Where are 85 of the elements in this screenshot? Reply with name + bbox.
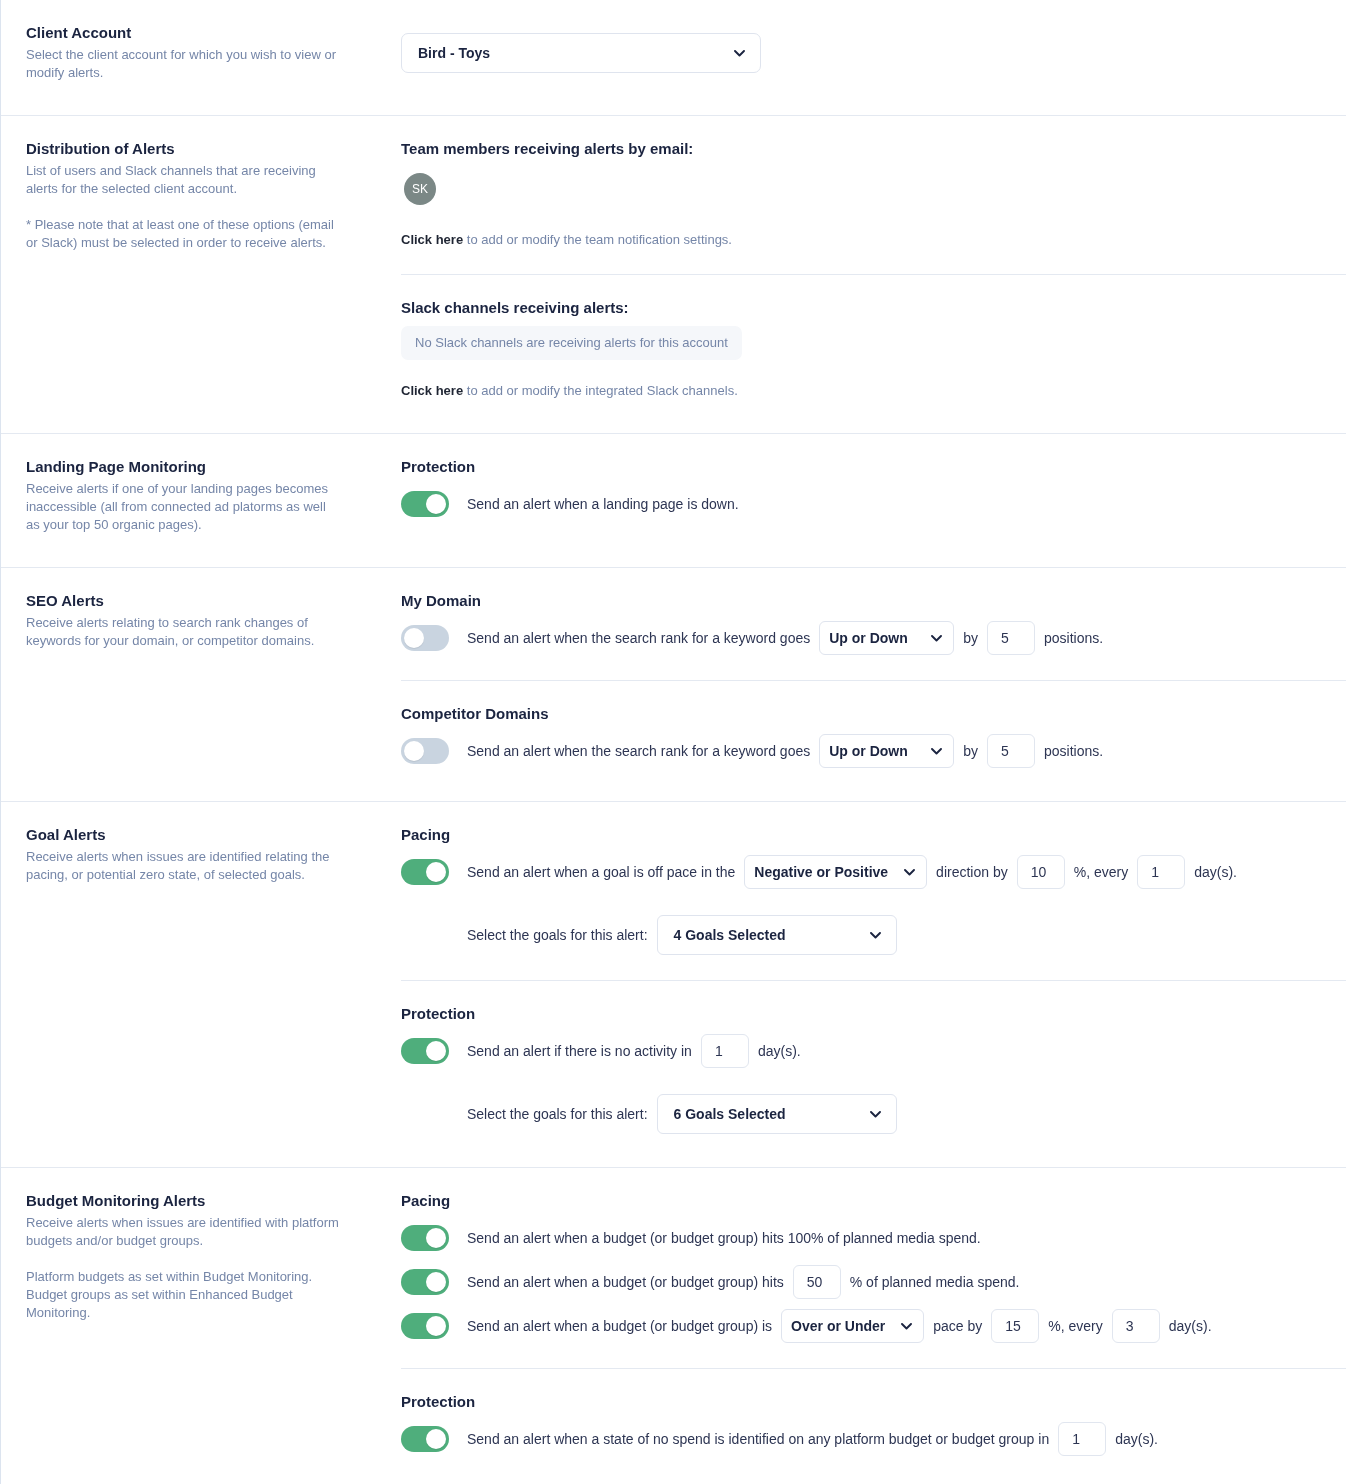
number-input[interactable]: 50 xyxy=(792,1265,841,1299)
group-heading: Protection xyxy=(401,1004,477,1024)
dropdown-select[interactable]: Up or Down xyxy=(819,621,955,655)
alert-text: Send an alert when a budget (or budget group) is xyxy=(467,1317,773,1335)
alert-text: Send an alert when a budget (or budget group) hits xyxy=(467,1273,784,1291)
alert-text: day(s). xyxy=(1168,1317,1212,1335)
number-input[interactable]: 1 xyxy=(1058,1422,1107,1456)
group-heading: Competitor Domains xyxy=(401,704,550,724)
alert-text: pace by xyxy=(933,1317,983,1335)
alert-text: Send an alert when a budget (or budget group) hits 100% of planned media spend. xyxy=(467,1229,981,1247)
section-description: Select the client account for which you wish to view or modify alerts. xyxy=(26,46,337,82)
toggle-switch[interactable] xyxy=(401,859,449,885)
number-input[interactable]: 5 xyxy=(987,734,1035,768)
chevron-down-icon xyxy=(931,747,943,755)
number-input[interactable]: 3 xyxy=(1111,1309,1160,1343)
toggle-switch[interactable] xyxy=(401,1038,449,1064)
toggle-switch[interactable] xyxy=(401,738,449,764)
empty-state-message: No Slack channels are receiving alerts for this account xyxy=(401,326,742,360)
section-description: List of users and Slack channels that are receiving alerts for the selected client account. xyxy=(26,162,317,198)
alert-text: day(s). xyxy=(1115,1430,1158,1448)
alert-text: day(s). xyxy=(1194,863,1237,881)
alert-text: % of planned media spend. xyxy=(849,1273,1020,1291)
dropdown-select[interactable]: Negative or Positive xyxy=(744,855,928,889)
section-title: SEO Alerts xyxy=(26,591,105,611)
number-input[interactable]: 15 xyxy=(991,1309,1040,1343)
section-title: Landing Page Monitoring xyxy=(26,457,207,477)
group-heading: Pacing xyxy=(401,825,452,845)
alert-text: Send an alert if there is no activity in xyxy=(467,1042,692,1060)
alert-text: positions. xyxy=(1044,629,1104,647)
alert-text: positions. xyxy=(1044,742,1104,760)
alert-text: direction by xyxy=(936,863,1008,881)
number-input[interactable]: 1 xyxy=(1137,855,1186,889)
chevron-down-icon xyxy=(904,868,916,876)
toggle-switch[interactable] xyxy=(401,491,449,517)
settings-link[interactable]: Click here xyxy=(401,383,464,398)
user-avatar: SK xyxy=(404,173,436,205)
group-heading: Protection xyxy=(401,1392,477,1412)
group-heading: Team members receiving alerts by email: xyxy=(401,139,695,159)
toggle-switch[interactable] xyxy=(401,1225,449,1251)
toggle-switch[interactable] xyxy=(401,1269,449,1295)
chevron-down-icon xyxy=(869,1110,881,1118)
section-description: * Please note that at least one of these options (email or Slack) must be selected in order to receive alerts. xyxy=(26,216,335,252)
alert-text: Send an alert when a landing page is down. xyxy=(467,495,739,513)
settings-note: Click here to add or modify the integrated Slack channels. xyxy=(401,382,739,400)
section-title: Distribution of Alerts xyxy=(26,139,176,159)
section-description: Receive alerts when issues are identified with platform budgets and/or budget groups. xyxy=(26,1214,340,1250)
toggle-switch[interactable] xyxy=(401,1426,449,1452)
group-heading: Protection xyxy=(401,457,477,477)
dropdown-select[interactable]: 4 Goals Selected xyxy=(656,915,897,955)
account-dropdown[interactable]: Bird - Toys xyxy=(401,33,761,73)
number-input[interactable]: 1 xyxy=(700,1034,749,1068)
number-input[interactable]: 5 xyxy=(987,621,1035,655)
settings-link[interactable]: Click here xyxy=(401,232,464,247)
chevron-down-icon xyxy=(734,49,745,57)
number-input[interactable]: 10 xyxy=(1016,855,1065,889)
toggle-switch[interactable] xyxy=(401,1313,449,1339)
section-title: Client Account xyxy=(26,23,133,43)
section-title: Goal Alerts xyxy=(26,825,107,845)
section-description: Platform budgets as set within Budget Monitoring. Budget groups as set within Enhanced Budget Monitoring. xyxy=(26,1268,314,1322)
alert-text: Send an alert when the search rank for a keyword goes xyxy=(467,742,811,760)
alert-text: by xyxy=(963,742,978,760)
toggle-switch[interactable] xyxy=(401,625,449,651)
section-description: Receive alerts if one of your landing pages becomes inaccessible (all from connected ad platorms as well as your top 50 organic pages). xyxy=(26,480,330,534)
alert-text: Send an alert when a goal is off pace in the xyxy=(467,863,736,881)
settings-note: Click here to add or modify the team notification settings. xyxy=(401,231,733,249)
dropdown-select[interactable]: 6 Goals Selected xyxy=(656,1094,897,1134)
alert-text: Send an alert when a state of no spend is identified on any platform budget or budget group in xyxy=(467,1430,1050,1448)
dropdown-select[interactable]: Up or Down xyxy=(819,734,955,768)
chevron-down-icon xyxy=(901,1322,913,1330)
section-title: Budget Monitoring Alerts xyxy=(26,1191,207,1211)
alert-text: Send an alert when the search rank for a keyword goes xyxy=(467,629,811,647)
group-heading: My Domain xyxy=(401,591,482,611)
dropdown-select[interactable]: Over or Under xyxy=(781,1309,925,1343)
alert-text: %, every xyxy=(1048,1317,1103,1335)
section-description: Receive alerts relating to search rank changes of keywords for your domain, or competitor domains. xyxy=(26,614,316,650)
group-heading: Pacing xyxy=(401,1191,452,1211)
chevron-down-icon xyxy=(869,931,881,939)
chevron-down-icon xyxy=(931,634,943,642)
alert-text: %, every xyxy=(1073,863,1129,881)
alert-text: by xyxy=(963,629,978,647)
group-heading: Slack channels receiving alerts: xyxy=(401,298,630,318)
alert-text: Select the goals for this alert: xyxy=(467,926,648,944)
section-description: Receive alerts when issues are identified relating the pacing, or potential zero state, of selected goals. xyxy=(26,848,331,884)
alert-text: Select the goals for this alert: xyxy=(467,1105,648,1123)
alert-text: day(s). xyxy=(757,1042,801,1060)
